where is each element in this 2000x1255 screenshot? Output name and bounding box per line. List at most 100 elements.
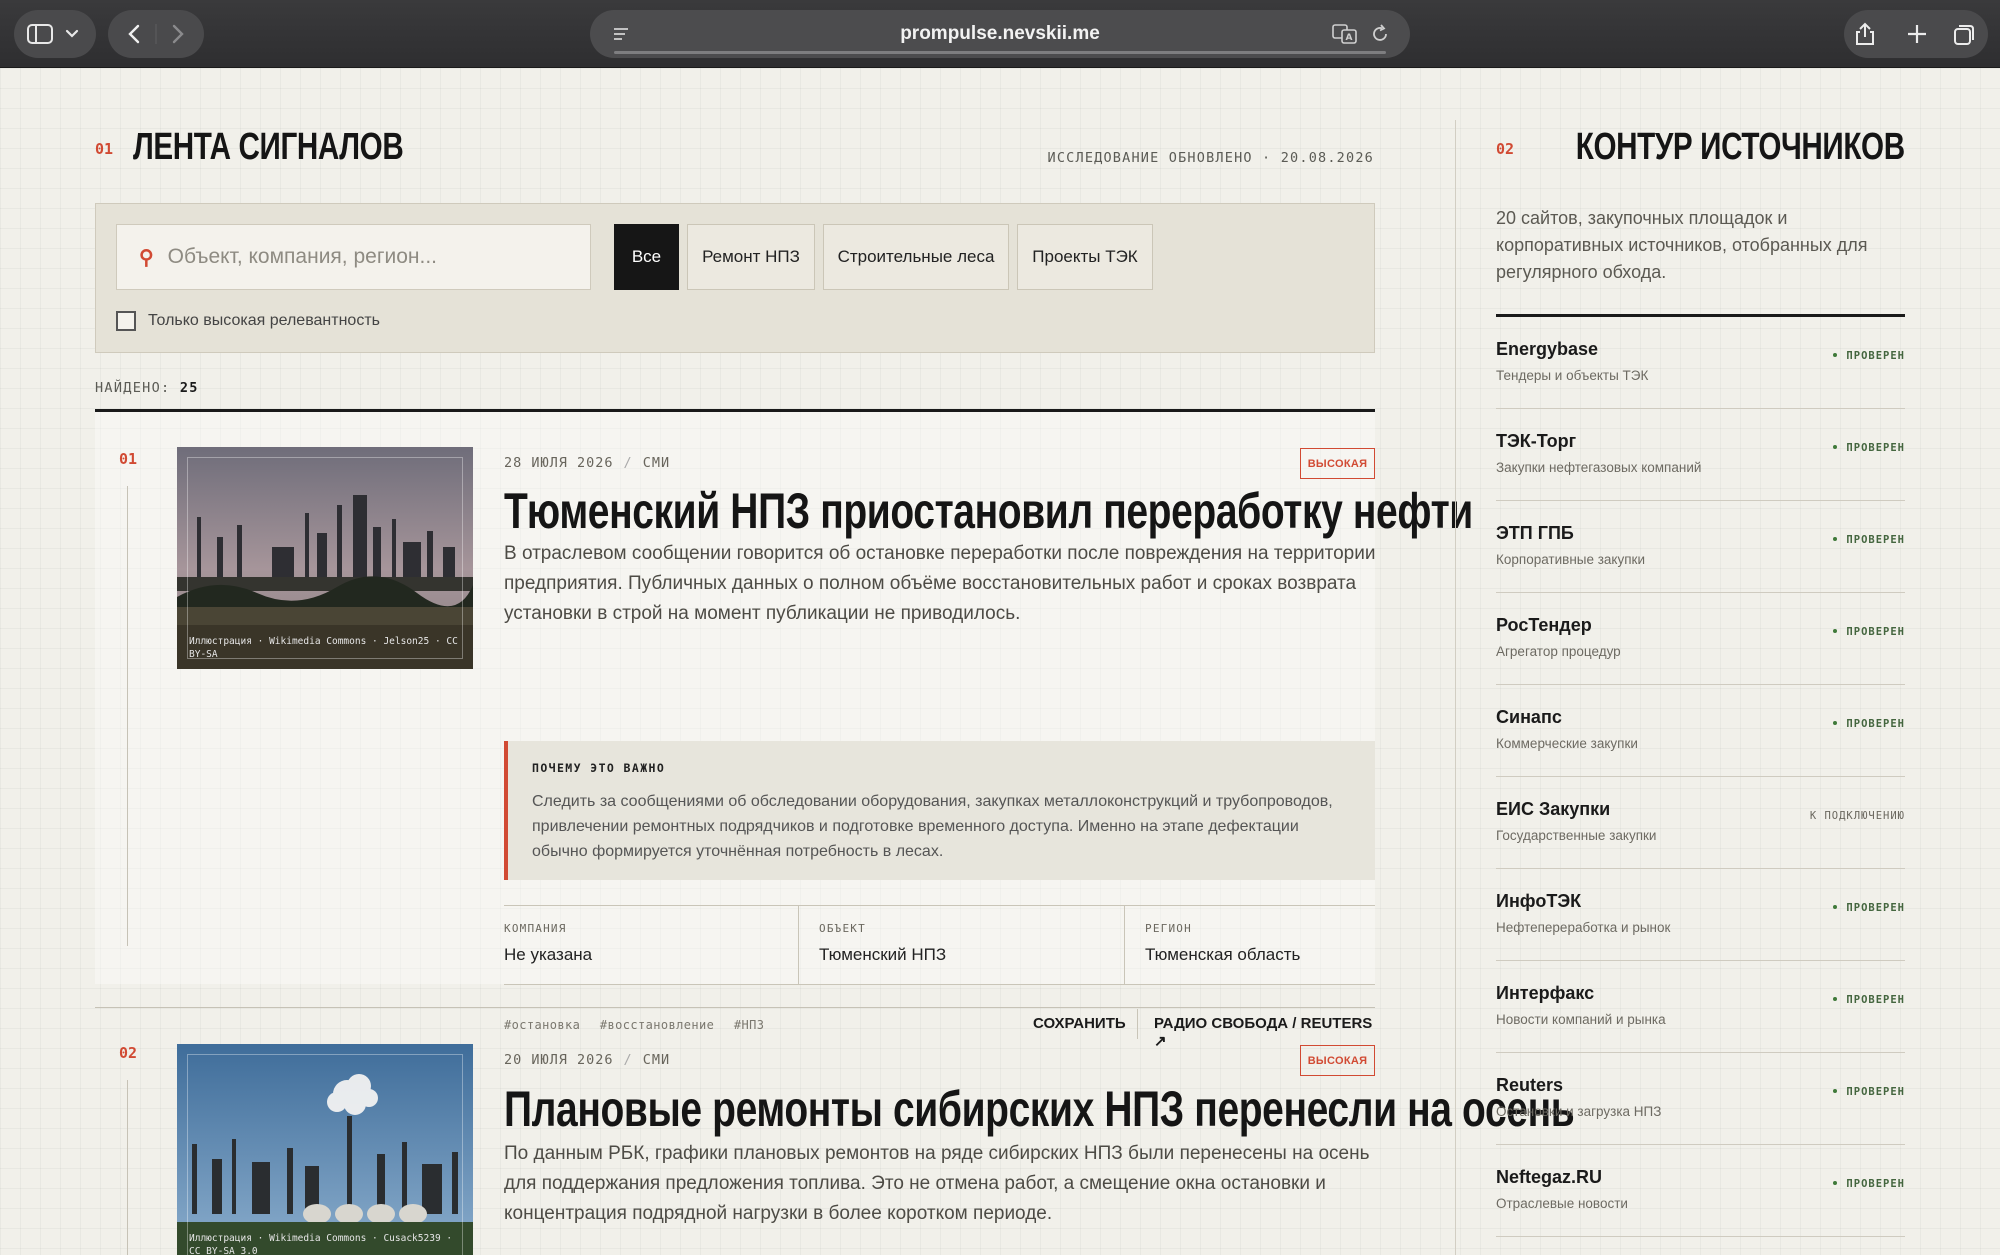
source-status-text: ПРОВЕРЕН (1846, 626, 1905, 638)
forward-icon[interactable] (172, 24, 184, 44)
source-status-text: ПРОВЕРЕН (1846, 994, 1905, 1006)
source-item[interactable]: Интерфакс Новости компаний и рынка ПРОВЕРЕ… (1496, 961, 1905, 1053)
page-load-progress (614, 51, 1386, 54)
card-type: СМИ (642, 1052, 671, 1068)
card-index: 02 (119, 1044, 138, 1062)
source-status: ПРОВЕРЕН (1833, 1086, 1905, 1098)
share-icon[interactable] (1856, 22, 1874, 45)
status-dot-icon (1833, 353, 1838, 357)
source-status-text: ПРОВЕРЕН (1846, 350, 1905, 362)
source-status: ПРОВЕРЕН (1833, 626, 1905, 638)
source-description: Остановки и загрузка НПЗ (1496, 1104, 1662, 1119)
source-status-text: ПРОВЕРЕН (1846, 1178, 1905, 1190)
card-date: 20 ИЮЛЯ 2026 (504, 1052, 614, 1068)
high-relevance-checkbox[interactable]: Только высокая релевантность (116, 311, 380, 331)
feed-section-title: ЛЕНТА СИГНАЛОВ (133, 126, 404, 168)
relevance-badge: ВЫСОКАЯ (1300, 448, 1375, 479)
card-date: 28 ИЮЛЯ 2026 (504, 455, 614, 471)
source-item[interactable]: Neftegaz.RU Отраслевые новости ПРОВЕРЕН (1496, 1145, 1905, 1237)
fact-key: ОБЪЕКТ (819, 922, 866, 935)
sources-section-title: КОНТУР ИСТОЧНИКОВ (1576, 126, 1905, 168)
card-title[interactable]: Плановые ремонты сибирских НПЗ перенесли… (504, 1080, 1575, 1138)
source-status: ПРОВЕРЕН (1833, 350, 1905, 362)
status-dot-icon (1833, 905, 1838, 909)
status-dot-icon (1833, 721, 1838, 725)
window-actions (1844, 10, 1988, 58)
reload-icon[interactable] (1370, 23, 1390, 45)
source-name: ТЭК-Торг (1496, 431, 1577, 451)
checkbox-box[interactable] (116, 311, 136, 331)
sidebar-icon (27, 24, 79, 44)
results-number: 25 (179, 380, 199, 396)
results-label: НАЙДЕНО: (95, 380, 171, 396)
signal-card: 02 Иллюстрация · Wikimedia Commons · Cus… (95, 1008, 1575, 1255)
sources-section-number: 02 (1496, 140, 1515, 158)
status-dot-icon (1833, 445, 1838, 449)
filter-chip-all[interactable]: Все (614, 224, 679, 290)
source-status-text: ПРОВЕРЕН (1846, 534, 1905, 546)
why-important-box: ПОЧЕМУ ЭТО ВАЖНО Следить за сообщениями … (504, 741, 1375, 880)
source-item[interactable]: Синапс Коммерческие закупки ПРОВЕРЕН (1496, 685, 1905, 777)
fact-value: Не указана (504, 945, 593, 964)
card-timeline (127, 486, 128, 946)
fact-object: ОБЪЕКТ Тюменский НПЗ (798, 906, 1124, 984)
sidebar-toggle-button[interactable] (14, 10, 96, 58)
card-type: СМИ (642, 455, 671, 471)
source-status-text: ПРОВЕРЕН (1846, 442, 1905, 454)
source-description: Коммерческие закупки (1496, 736, 1638, 751)
source-item[interactable]: ЭТП ГПБ Корпоративные закупки ПРОВЕРЕН (1496, 501, 1905, 593)
signal-card: 01 Иллюстрация · Wikimedia Commons · Jel… (95, 412, 1473, 1050)
source-status-text: ПРОВЕРЕН (1846, 1086, 1905, 1098)
page-menu-icon[interactable] (612, 25, 630, 43)
card-facts: КОМПАНИЯ Не указана ОБЪЕКТ Тюменский НПЗ… (504, 905, 1375, 985)
filter-chip-refinery-repair[interactable]: Ремонт НПЗ (687, 224, 815, 290)
updated-date: ИССЛЕДОВАНИЕ ОБНОВЛЕНО · 20.08.2026 (1047, 150, 1374, 166)
source-status: ПРОВЕРЕН (1833, 442, 1905, 454)
source-status: ПРОВЕРЕН (1833, 534, 1905, 546)
new-tab-icon[interactable] (1908, 25, 1926, 43)
source-description: Нефтепереработка и рынок (1496, 920, 1671, 935)
source-name: Neftegaz.RU (1496, 1167, 1603, 1187)
source-name: Синапс (1496, 707, 1562, 727)
image-caption: Иллюстрация · Wikimedia Commons · Jelson… (189, 636, 458, 660)
filter-panel: ⚲ Все Ремонт НПЗ Строительные леса Проек… (95, 203, 1375, 353)
source-description: Тендеры и объекты ТЭК (1496, 368, 1649, 383)
source-status: ПРОВЕРЕН (1833, 902, 1905, 914)
source-item[interactable]: ИнфоТЭК Нефтепереработка и рынок ПРОВЕРЕН (1496, 869, 1905, 961)
source-item[interactable]: Reuters Остановки и загрузка НПЗ ПРОВЕРЕН (1496, 1053, 1905, 1145)
source-item[interactable]: ТЭК-Торг Закупки нефтегазовых компаний ПРО… (1496, 409, 1905, 501)
source-status: К ПОДКЛЮЧЕНИЮ (1810, 810, 1905, 822)
source-status: ПРОВЕРЕН (1833, 994, 1905, 1006)
source-item[interactable]: РосТендер Агрегатор процедур ПРОВЕРЕН (1496, 593, 1905, 685)
address-bar[interactable]: prompulse.nevskii.me A (590, 10, 1410, 58)
card-image[interactable]: Иллюстрация · Wikimedia Commons · Cusack… (177, 1044, 473, 1255)
fact-value: Тюменский НПЗ (819, 945, 947, 964)
source-status-text: ПРОВЕРЕН (1846, 902, 1905, 914)
source-name: ЕИС Закупки (1496, 799, 1611, 819)
tabs-overview-icon[interactable] (1954, 25, 1974, 45)
source-name: ЭТП ГПБ (1496, 523, 1574, 543)
card-timeline (127, 1080, 128, 1255)
source-item[interactable]: ЕИС Закупки Государственные закупки К ПОДК… (1496, 777, 1905, 869)
source-name: РосТендер (1496, 615, 1592, 635)
card-title[interactable]: Тюменский НПЗ приостановил переработку н… (504, 482, 1473, 540)
source-description: Агрегатор процедур (1496, 644, 1621, 659)
browser-toolbar: prompulse.nevskii.me A (0, 0, 2000, 68)
status-dot-icon (1833, 629, 1838, 633)
card-meta: 20 ИЮЛЯ 2026/СМИ (504, 1052, 671, 1068)
filter-chip-fuel-projects[interactable]: Проекты ТЭК (1017, 224, 1153, 290)
search-input[interactable] (167, 245, 568, 269)
source-status: ПРОВЕРЕН (1833, 718, 1905, 730)
translate-icon[interactable]: A (1332, 23, 1358, 45)
back-icon[interactable] (128, 24, 140, 44)
fact-company: КОМПАНИЯ Не указана (504, 906, 798, 984)
feed-section-number: 01 (95, 140, 114, 158)
card-image[interactable]: Иллюстрация · Wikimedia Commons · Jelson… (177, 447, 473, 669)
why-title: ПОЧЕМУ ЭТО ВАЖНО (532, 761, 666, 775)
source-status: ПРОВЕРЕН (1833, 1178, 1905, 1190)
filter-chip-scaffolding[interactable]: Строительные леса (823, 224, 1009, 290)
source-status-text: ПРОВЕРЕН (1846, 718, 1905, 730)
search-field[interactable]: ⚲ (116, 224, 591, 290)
source-item[interactable]: Energybase Тендеры и объекты ТЭК ПРОВЕРЕН (1496, 317, 1905, 409)
image-caption: Иллюстрация · Wikimedia Commons · Cusack… (189, 1233, 453, 1255)
